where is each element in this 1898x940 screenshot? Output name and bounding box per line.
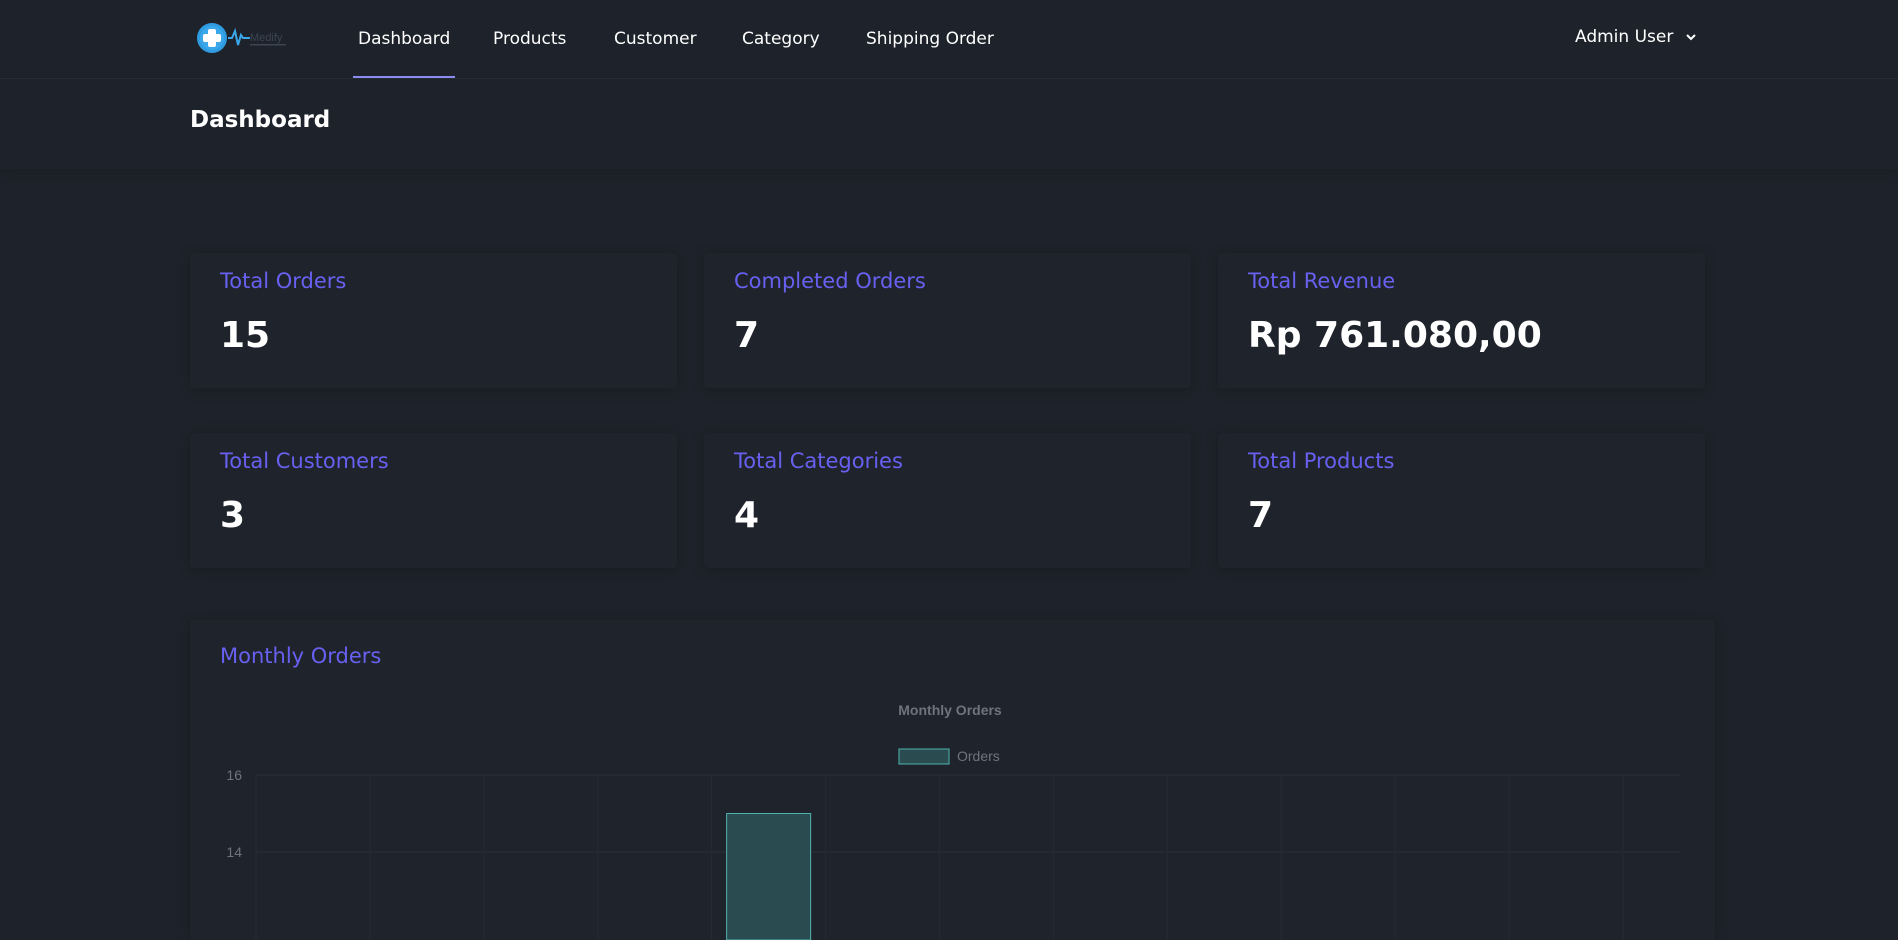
nav-category[interactable]: Category bbox=[742, 0, 820, 78]
stat-label: Total Revenue bbox=[1248, 269, 1395, 293]
nav-customer[interactable]: Customer bbox=[614, 0, 697, 78]
stat-card-total-customers: Total Customers 3 bbox=[190, 433, 677, 568]
monthly-orders-card: Monthly Orders Monthly Orders Orders 16 14 bbox=[190, 620, 1715, 940]
user-name: Admin User bbox=[1575, 0, 1673, 74]
brand-logo[interactable]: Medify bbox=[196, 21, 296, 55]
legend-swatch bbox=[899, 749, 949, 764]
chevron-down-icon bbox=[1685, 33, 1697, 41]
stat-label: Total Categories bbox=[734, 449, 903, 473]
stat-label: Total Customers bbox=[220, 449, 389, 473]
stat-card-total-products: Total Products 7 bbox=[1218, 433, 1705, 568]
stat-value: 4 bbox=[734, 495, 759, 536]
page-header: Dashboard bbox=[0, 79, 1898, 169]
stat-value: 3 bbox=[220, 495, 245, 536]
stat-card-total-orders: Total Orders 15 bbox=[190, 253, 677, 388]
svg-text:Medify: Medify bbox=[250, 32, 283, 44]
stat-value: Rp 761.080,00 bbox=[1248, 315, 1542, 356]
y-tick-label: 16 bbox=[226, 767, 242, 783]
monthly-orders-chart: Monthly Orders Orders 16 14 bbox=[190, 620, 1715, 940]
legend-label: Orders bbox=[957, 748, 1000, 764]
nav-shipping-order[interactable]: Shipping Order bbox=[866, 0, 994, 78]
medify-logo-icon: Medify bbox=[196, 21, 296, 55]
stat-value: 15 bbox=[220, 315, 270, 356]
stat-card-total-categories: Total Categories 4 bbox=[704, 433, 1191, 568]
stat-value: 7 bbox=[734, 315, 759, 356]
stat-value: 7 bbox=[1248, 495, 1273, 536]
stat-label: Completed Orders bbox=[734, 269, 926, 293]
top-navbar: Medify Dashboard Products Customer Categ… bbox=[0, 0, 1898, 79]
nav-dashboard[interactable]: Dashboard bbox=[358, 0, 450, 78]
y-tick-label: 14 bbox=[226, 844, 242, 860]
stat-card-completed-orders: Completed Orders 7 bbox=[704, 253, 1191, 388]
user-menu[interactable]: Admin User bbox=[1575, 0, 1697, 74]
chart-bar bbox=[727, 814, 811, 940]
stat-label: Total Orders bbox=[220, 269, 346, 293]
page-title: Dashboard bbox=[190, 107, 330, 133]
chart-title: Monthly Orders bbox=[898, 702, 1002, 718]
stat-label: Total Products bbox=[1248, 449, 1394, 473]
nav-products[interactable]: Products bbox=[493, 0, 566, 78]
stat-card-total-revenue: Total Revenue Rp 761.080,00 bbox=[1218, 253, 1705, 388]
